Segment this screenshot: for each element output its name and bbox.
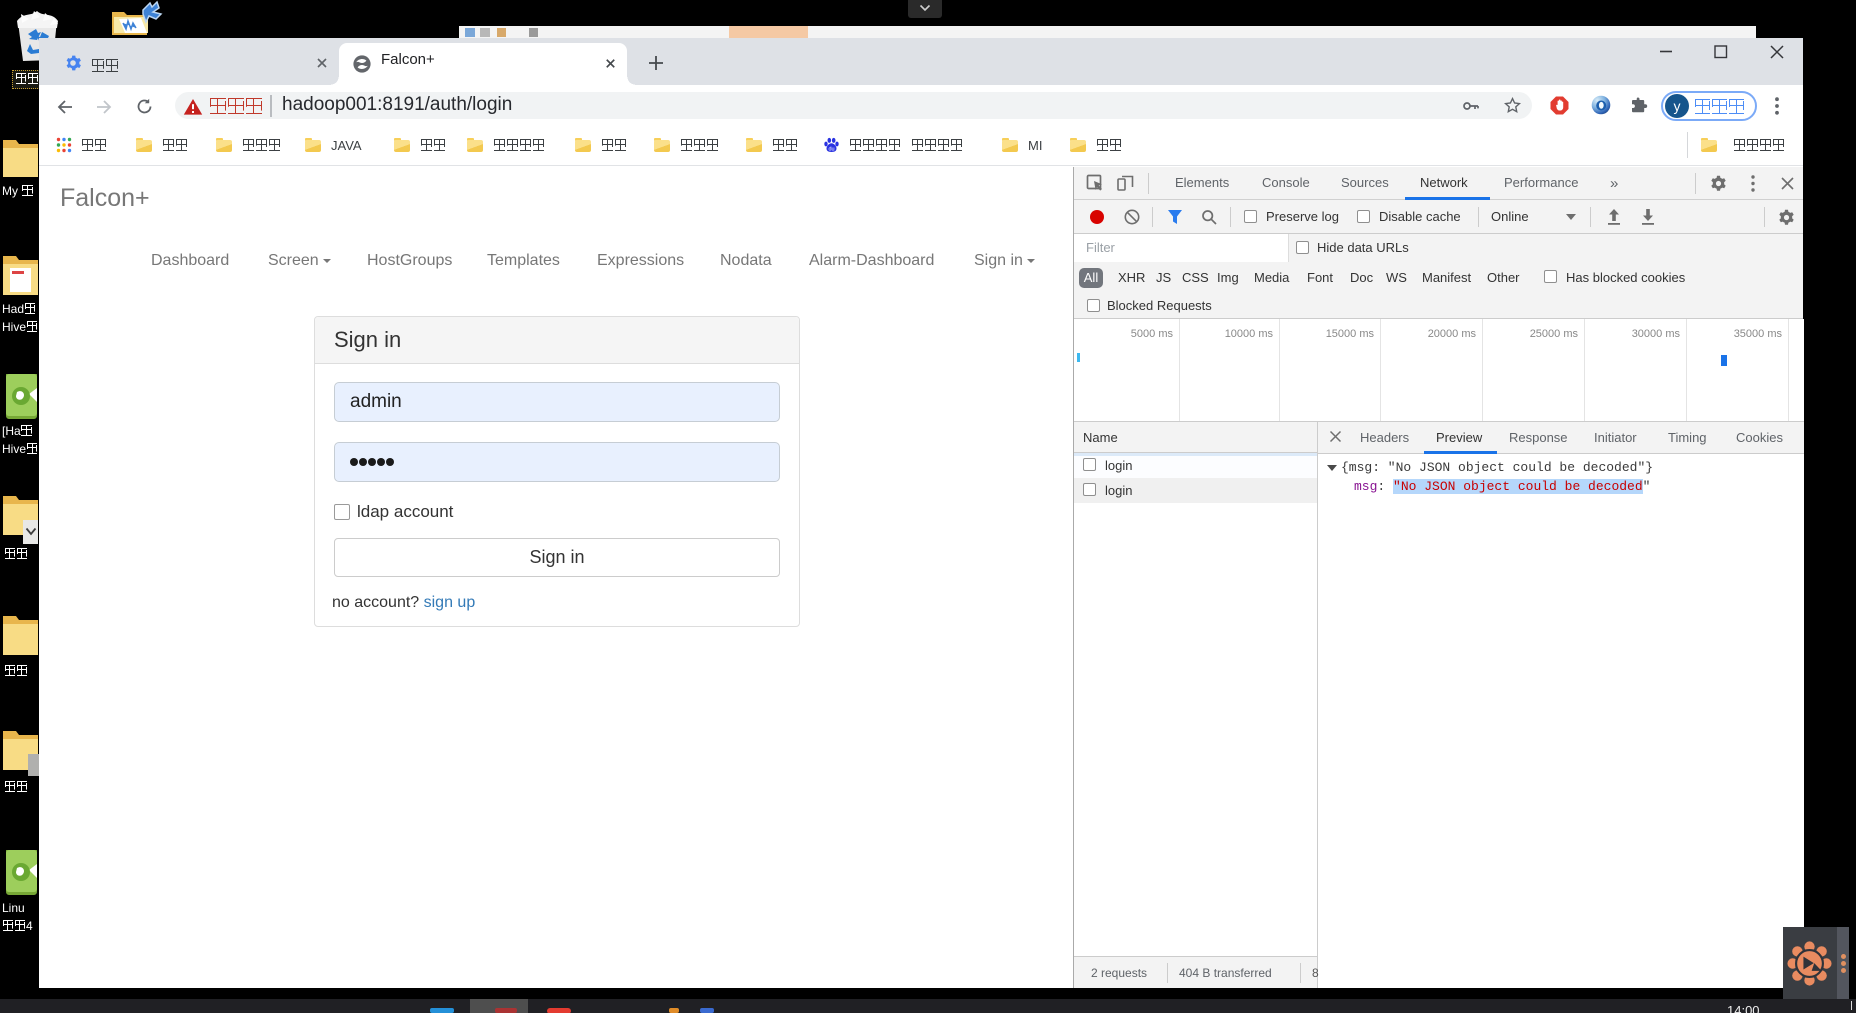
svg-text:du: du xyxy=(828,146,834,152)
